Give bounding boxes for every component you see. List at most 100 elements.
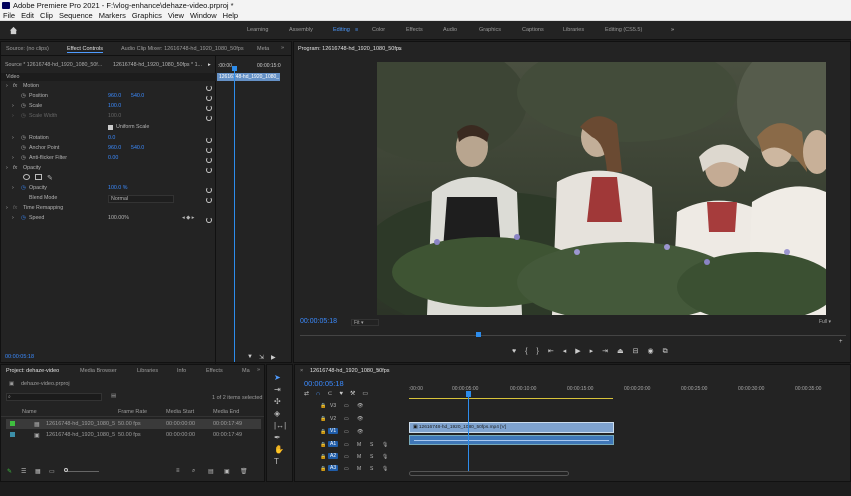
menu-window[interactable]: Window	[190, 11, 217, 20]
mute-icon[interactable]: M	[357, 454, 361, 460]
add-marker-icon[interactable]: ♥	[339, 391, 350, 397]
mini-playhead[interactable]	[234, 66, 235, 362]
lock-icon[interactable]: 🔒	[320, 403, 326, 409]
workspace-menu-icon[interactable]: ≡	[355, 27, 358, 33]
reset-icon[interactable]	[206, 187, 212, 193]
menu-view[interactable]: View	[168, 11, 184, 20]
step-forward-icon[interactable]: ▸	[590, 348, 603, 355]
reset-icon[interactable]	[206, 105, 212, 111]
sync-lock-icon[interactable]: ▭	[344, 416, 349, 422]
track-name[interactable]: A3	[328, 465, 339, 471]
lock-icon[interactable]: 🔒	[320, 429, 326, 435]
tab-effect-controls[interactable]: Effect Controls	[67, 46, 103, 53]
tab-program[interactable]: Program: 12616748-hd_1920_1080_50fps	[298, 46, 402, 52]
audio-clip[interactable]	[409, 435, 614, 445]
track-name[interactable]: V1	[328, 428, 339, 434]
menu-file[interactable]: File	[3, 11, 15, 20]
track-name[interactable]: A2	[328, 453, 339, 459]
eye-icon[interactable]: 👁	[357, 429, 363, 435]
workspace-overflow-icon[interactable]: »	[671, 27, 674, 33]
timeline-playhead-handle[interactable]	[466, 391, 471, 397]
sort-icon[interactable]: ≡	[176, 468, 180, 474]
timeline-menu-icon[interactable]: ≡	[377, 368, 380, 374]
track-name[interactable]: A1	[328, 441, 339, 447]
reset-icon[interactable]	[206, 167, 212, 173]
antiflicker-value[interactable]: 0.00	[108, 155, 118, 161]
uniform-scale-checkbox[interactable]	[108, 125, 113, 130]
find-icon[interactable]: ⌕	[192, 468, 195, 475]
blend-mode-select[interactable]: Normal	[108, 195, 174, 203]
menu-edit[interactable]: Edit	[21, 11, 34, 20]
sync-lock-icon[interactable]: ▭	[344, 454, 349, 460]
reset-icon[interactable]	[206, 137, 212, 143]
hand-tool-icon[interactable]: ✋	[274, 444, 286, 456]
step-back-icon[interactable]: ◂	[563, 348, 576, 355]
solo-icon[interactable]: S	[370, 466, 373, 472]
resolution-select[interactable]: Full ▾	[819, 319, 831, 325]
trash-icon[interactable]: 🗑	[240, 468, 248, 475]
tab-media-browser[interactable]: Media Browser	[80, 368, 117, 374]
captions-icon[interactable]: ▭	[362, 391, 375, 397]
panel-overflow-icon[interactable]: »	[257, 367, 260, 373]
track-select-tool-icon[interactable]: ⇥	[274, 384, 286, 396]
workspace-audio[interactable]: Audio	[443, 27, 457, 33]
effect-mini-timeline[interactable]: :00:00 00:00:15:0 12616748-hd_1920_1080_	[217, 56, 291, 364]
anchor-y-value[interactable]: 540.0	[131, 145, 144, 151]
menu-markers[interactable]: Markers	[99, 11, 126, 20]
play-audio-icon[interactable]: ▶	[271, 354, 276, 361]
ripple-edit-tool-icon[interactable]: ✣	[274, 396, 286, 408]
ellipse-mask-icon[interactable]	[23, 174, 30, 180]
mic-icon[interactable]: 🎙	[382, 454, 388, 460]
eye-icon[interactable]: 👁	[357, 416, 363, 422]
export-frame-icon[interactable]: ⇲	[259, 354, 264, 361]
stopwatch-icon[interactable]: ◷	[21, 215, 26, 221]
scale-value[interactable]: 100.0	[108, 103, 121, 109]
workspace-captions[interactable]: Captions	[522, 27, 544, 33]
stopwatch-icon[interactable]: ◷	[21, 155, 26, 161]
table-row[interactable]: ▦ 12616748-hd_1920_1080_5 50.00 fps 00:0…	[6, 419, 261, 429]
expand-rotation-icon[interactable]: ›	[12, 135, 14, 141]
linked-selection-icon[interactable]: ⊂	[327, 391, 339, 397]
menu-clip[interactable]: Clip	[40, 11, 53, 20]
workspace-libraries[interactable]: Libraries	[563, 27, 584, 33]
stopwatch-icon[interactable]: ◷	[21, 185, 26, 191]
program-menu-icon[interactable]: ≡	[398, 46, 401, 52]
mic-icon[interactable]: 🎙	[382, 466, 388, 472]
tab-source[interactable]: Source: (no clips)	[6, 46, 49, 52]
work-area-bar[interactable]	[409, 398, 613, 399]
new-bin-icon[interactable]: ▤	[208, 468, 214, 475]
expand-scale-icon[interactable]: ›	[12, 103, 14, 109]
panel-overflow-icon[interactable]: »	[281, 45, 284, 51]
filter-icon[interactable]: ▼	[247, 354, 253, 360]
pencil-icon[interactable]: ✎	[7, 468, 12, 475]
sync-lock-icon[interactable]: ▭	[344, 429, 349, 435]
menu-help[interactable]: Help	[223, 11, 238, 20]
track-name[interactable]: V3	[330, 403, 336, 409]
pen-tool-icon[interactable]: ✒	[274, 432, 286, 444]
add-marker-icon[interactable]: ♥	[512, 348, 525, 355]
time-ruler[interactable]: :00:00 00:00:05:00 00:00:10:00 00:00:15:…	[409, 383, 849, 399]
column-media-end[interactable]: Media End	[213, 409, 239, 415]
solo-icon[interactable]: S	[370, 454, 373, 460]
workspace-assembly[interactable]: Assembly	[289, 27, 313, 33]
zoom-slider-handle[interactable]	[64, 468, 68, 472]
reset-icon[interactable]	[206, 95, 212, 101]
go-to-out-icon[interactable]: ⇥	[602, 348, 617, 355]
tab-markers[interactable]: Ma	[242, 368, 250, 374]
export-frame-icon[interactable]: ◉	[648, 348, 663, 355]
add-button-icon[interactable]: +	[839, 339, 843, 345]
speed-value[interactable]: 100.00%	[108, 215, 129, 221]
solo-icon[interactable]: S	[370, 442, 373, 448]
chevron-down-icon[interactable]: ›	[6, 205, 8, 211]
keyframe-nav-icon[interactable]: ◂ ◆ ▸	[182, 215, 194, 221]
video-clip[interactable]: ▣ 12616748-hd_1920_1080_50fps.mp4 [V]	[409, 422, 614, 433]
workspace-effects[interactable]: Effects	[406, 27, 423, 33]
tab-info[interactable]: Info	[177, 368, 186, 374]
list-view-icon[interactable]: ☰	[21, 468, 26, 475]
program-playhead[interactable]	[476, 332, 481, 337]
timeline-playhead[interactable]	[468, 391, 469, 471]
rect-mask-icon[interactable]	[35, 174, 42, 180]
fit-select[interactable]: Fit ▾	[351, 319, 379, 326]
mini-clip[interactable]: 12616748-hd_1920_1080_	[217, 73, 280, 81]
home-icon[interactable]	[9, 26, 18, 35]
